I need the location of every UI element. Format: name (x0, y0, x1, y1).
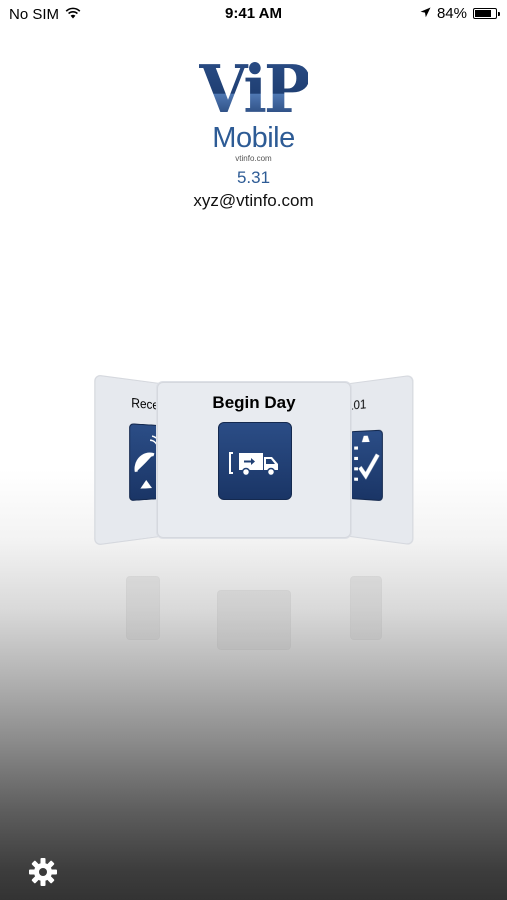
status-bar: No SIM 9:41 AM 84% (0, 0, 507, 28)
card-label-begin-day: Begin Day (212, 393, 296, 412)
settings-button[interactable] (27, 856, 59, 888)
location-arrow-icon (420, 5, 431, 22)
app-header: ViP Mobile vtinfo.com 5.31 xyz@vtinfo.co… (0, 51, 507, 211)
battery-percent: 84% (436, 5, 467, 22)
reflection-tile-center (217, 590, 291, 650)
reflection-tile-left (126, 576, 160, 640)
status-right: 84% (420, 5, 500, 22)
clipboard-check-icon (349, 429, 383, 502)
battery-icon (473, 8, 500, 19)
carousel-card-begin-day[interactable]: Begin Day (157, 382, 351, 538)
vip-logo: ViP (199, 51, 310, 128)
battery-level-fill (475, 10, 491, 17)
reflection-tile-right (350, 576, 382, 640)
app-version: 5.31 (236, 168, 271, 187)
logo-domain: vtinfo.com (235, 154, 272, 163)
gear-icon (27, 858, 59, 892)
user-email: xyz@vtinfo.com (193, 191, 314, 210)
carousel-reflection (0, 560, 507, 650)
truck-arrow-icon (218, 422, 292, 500)
